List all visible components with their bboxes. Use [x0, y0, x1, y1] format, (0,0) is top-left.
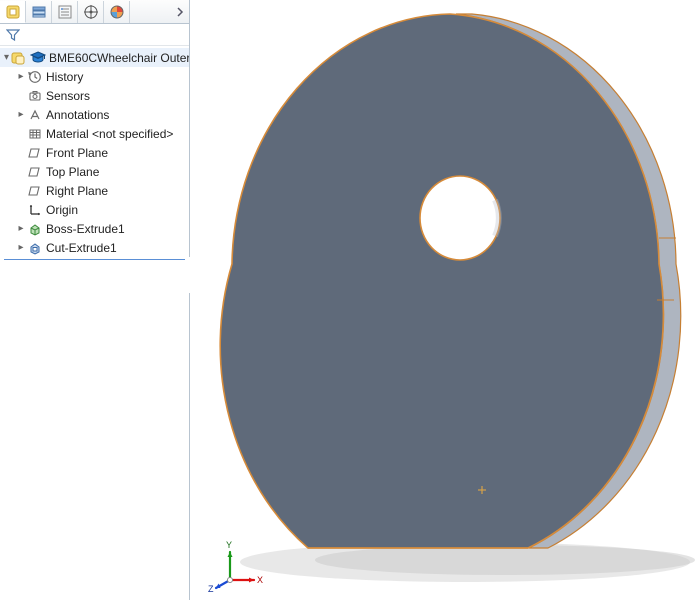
panel-tabstrip: [0, 0, 189, 24]
tree-root-label: BME60CWheelchair Outer (D: [49, 51, 189, 65]
part-icon: [10, 50, 26, 66]
view-triad[interactable]: X Y Z: [202, 534, 272, 594]
panel-expand-button[interactable]: [171, 1, 189, 23]
display-manager-icon: [109, 4, 125, 20]
tree-item-cut-extrude1[interactable]: ▸ Cut-Extrude1: [0, 238, 189, 257]
feature-manager-panel: ▾ BME60CWheelchair Outer (D ▸: [0, 0, 190, 600]
dimxpert-icon: [83, 4, 99, 20]
history-icon: [27, 69, 43, 85]
tree-item-label: Top Plane: [46, 165, 99, 179]
tree-item-label: History: [46, 70, 83, 84]
tree-item-label: Annotations: [46, 108, 109, 122]
annotations-icon: [27, 107, 43, 123]
tree-item-annotations[interactable]: ▸ Annotations: [0, 105, 189, 124]
graphics-viewport[interactable]: X Y Z: [190, 0, 699, 600]
tree-item-right-plane[interactable]: ▸ Right Plane: [0, 181, 189, 200]
tree-item-history[interactable]: ▸ History: [0, 67, 189, 86]
boss-extrude-icon: [27, 221, 43, 237]
tab-property-manager[interactable]: [26, 1, 52, 23]
tree-item-label: Cut-Extrude1: [46, 241, 117, 255]
plane-icon: [27, 164, 43, 180]
model-rendering: [190, 0, 699, 600]
tab-configuration-manager[interactable]: [52, 1, 78, 23]
tree-item-label: Front Plane: [46, 146, 108, 160]
rollback-bar[interactable]: [4, 259, 185, 260]
plane-icon: [27, 145, 43, 161]
property-manager-icon: [31, 4, 47, 20]
graduation-cap-icon: [30, 50, 46, 66]
configuration-manager-icon: [57, 4, 73, 20]
feature-tree[interactable]: ▾ BME60CWheelchair Outer (D ▸: [0, 46, 189, 600]
caret-expand-icon[interactable]: ▸: [16, 242, 26, 253]
app-root: ▾ BME60CWheelchair Outer (D ▸: [0, 0, 699, 600]
triad-z-label: Z: [208, 584, 214, 594]
tab-dimxpert-manager[interactable]: [78, 1, 104, 23]
tree-filter-row: [0, 24, 189, 46]
tab-display-manager[interactable]: [104, 1, 130, 23]
caret-expand-icon[interactable]: ▸: [16, 223, 26, 234]
origin-icon: [27, 202, 43, 218]
tree-item-origin[interactable]: ▸ Origin: [0, 200, 189, 219]
triad-x-label: X: [257, 575, 263, 585]
tree-item-boss-extrude1[interactable]: ▸ Boss-Extrude1: [0, 219, 189, 238]
tree-item-sensors[interactable]: ▸ Sensors: [0, 86, 189, 105]
plane-icon: [27, 183, 43, 199]
caret-collapse-icon[interactable]: ▾: [4, 52, 9, 63]
tab-feature-manager[interactable]: [0, 1, 26, 23]
filter-icon[interactable]: [6, 28, 20, 42]
chevron-right-icon: [176, 7, 184, 17]
sensors-icon: [27, 88, 43, 104]
caret-expand-icon[interactable]: ▸: [16, 109, 26, 120]
triad-y-label: Y: [226, 540, 232, 550]
feature-tree-icon: [5, 4, 21, 20]
tree-item-label: Right Plane: [46, 184, 108, 198]
tree-root-part[interactable]: ▾ BME60CWheelchair Outer (D: [0, 48, 189, 67]
tree-item-front-plane[interactable]: ▸ Front Plane: [0, 143, 189, 162]
tree-item-label: Origin: [46, 203, 78, 217]
cut-extrude-icon: [27, 240, 43, 256]
tree-item-top-plane[interactable]: ▸ Top Plane: [0, 162, 189, 181]
tree-item-label: Material <not specified>: [46, 127, 173, 141]
tree-item-material[interactable]: ▸ Material <not specified>: [0, 124, 189, 143]
caret-expand-icon[interactable]: ▸: [16, 71, 26, 82]
tree-item-label: Sensors: [46, 89, 90, 103]
material-icon: [27, 126, 43, 142]
tree-item-label: Boss-Extrude1: [46, 222, 125, 236]
